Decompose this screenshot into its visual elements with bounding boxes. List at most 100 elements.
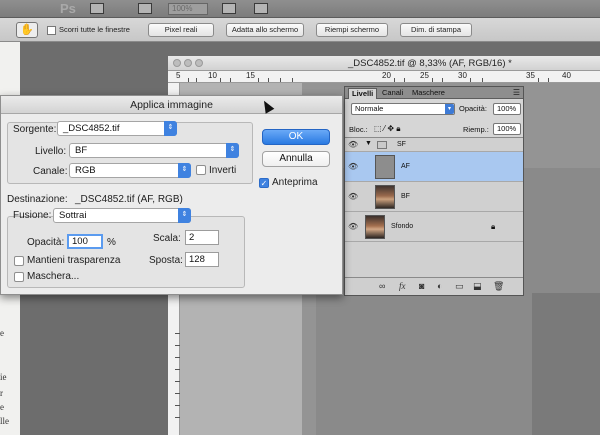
ruler-label: 20 — [382, 71, 391, 80]
destination-value: _DSC4852.tif (AF, RGB) — [75, 194, 183, 205]
arrange-icon[interactable] — [222, 3, 236, 14]
panel-menu-icon[interactable]: ☰ — [513, 88, 520, 97]
blend-mode-select[interactable]: Normale ▾ — [351, 103, 455, 115]
trash-icon[interactable]: 🗑︎ — [493, 281, 504, 292]
fx-icon[interactable]: fx — [399, 281, 406, 291]
source-select[interactable]: _DSC4852.tif ⇕ — [57, 121, 177, 136]
ruler-label: 30 — [458, 71, 467, 80]
hand-tool-icon[interactable]: ✋ — [16, 22, 38, 38]
layer-name: BF — [401, 193, 410, 200]
blend-opacity-label: Opacità: — [27, 237, 65, 248]
cancel-button[interactable]: Annulla — [262, 151, 330, 167]
folder-icon[interactable]: ▭ — [455, 281, 464, 292]
zoom-field[interactable]: 100% — [168, 3, 208, 15]
channel-value: RGB — [75, 165, 96, 176]
blend-opacity-input[interactable]: 100 — [67, 234, 103, 249]
invert-checkbox[interactable] — [196, 165, 206, 175]
channel-label: Canale: — [33, 166, 68, 177]
preserve-transparency-checkbox[interactable] — [14, 256, 24, 266]
layer-name: Sfondo — [391, 223, 414, 230]
chevron-down-icon: ⇕ — [178, 208, 191, 223]
mask-icon[interactable]: ◙ — [419, 281, 424, 291]
fit-screen-button[interactable]: Adatta allo schermo — [226, 23, 304, 37]
ruler-label: 5 — [176, 71, 181, 80]
tab-layers[interactable]: Livelli — [348, 88, 378, 99]
actual-pixels-button[interactable]: Pixel reali — [148, 23, 214, 37]
eye-icon[interactable]: 👁︎ — [348, 140, 358, 149]
folder-icon — [377, 141, 387, 149]
layer-label: Livello: — [35, 146, 67, 157]
app-bar: Ps 100% — [0, 0, 600, 18]
layers-panel: Livelli Canali Maschere ☰ Normale ▾ Opac… — [344, 86, 524, 296]
offset-label: Sposta: — [149, 255, 183, 266]
document-title: _DSC4852.tif @ 8,33% (AF, RGB/16) * — [348, 58, 512, 69]
chevron-down-icon: ⇕ — [178, 163, 191, 178]
ok-button[interactable]: OK — [262, 129, 330, 145]
layer-opacity-label: Opacità: — [459, 104, 487, 113]
destination-label: Destinazione: — [7, 194, 68, 205]
dialog-title: Applica immagine — [1, 96, 342, 114]
scroll-all-label: Scorri tutte le finestre — [59, 25, 130, 34]
lock-label: Bloc.: — [349, 125, 368, 134]
screen-mode-icon[interactable] — [138, 3, 152, 14]
scale-input[interactable]: 2 — [185, 230, 219, 245]
left-text-fragment: e — [0, 328, 4, 338]
eye-icon[interactable]: 👁︎ — [348, 222, 358, 231]
extras-icon[interactable] — [254, 3, 268, 14]
offset-value: 128 — [189, 254, 205, 265]
layer-opacity-field[interactable]: 100% — [493, 103, 521, 115]
blend-opacity-value: 100 — [72, 236, 88, 247]
layer-row[interactable]: 👁︎ BF — [345, 182, 523, 212]
scroll-all-checkbox[interactable] — [47, 26, 56, 35]
offset-input[interactable]: 128 — [185, 252, 219, 267]
opacity-unit: % — [107, 237, 116, 248]
horizontal-ruler[interactable]: 5 10 15 20 25 30 35 40 — [168, 71, 600, 83]
lock-icon: 🔒︎ — [491, 222, 496, 231]
left-text-fragment: r — [0, 388, 3, 398]
preserve-transparency-label: Mantieni trasparenza — [27, 255, 121, 266]
fill-screen-button[interactable]: Riempi schermo — [316, 23, 388, 37]
tab-channels[interactable]: Canali — [379, 88, 406, 99]
layers-footer: ∞ fx ◙ ◐ ▭ ⬓ 🗑︎ — [345, 277, 523, 295]
layer-thumbnail — [365, 215, 385, 239]
blending-select[interactable]: Sottrai ⇕ — [53, 208, 191, 223]
mask-label: Maschera... — [27, 271, 80, 282]
blending-value: Sottrai — [59, 210, 87, 221]
print-size-button[interactable]: Dim. di stampa — [400, 23, 472, 37]
tab-masks[interactable]: Maschere — [409, 88, 448, 99]
document-title-bar[interactable]: _DSC4852.tif @ 8,33% (AF, RGB/16) * — [168, 56, 600, 71]
window-controls[interactable] — [173, 59, 206, 70]
scale-value: 2 — [189, 232, 195, 243]
source-value: _DSC4852.tif — [63, 123, 120, 134]
ruler-label: 25 — [420, 71, 429, 80]
layer-select[interactable]: BF ⇕ — [69, 143, 239, 158]
left-text-fragment: ie — [0, 372, 7, 382]
adjustment-icon[interactable]: ◐ — [437, 281, 442, 291]
channel-select[interactable]: RGB ⇕ — [69, 163, 191, 178]
lock-icons[interactable]: ⬚ ⁄ ✥ 🔒︎ — [374, 124, 401, 134]
layers-panel-tabs: Livelli Canali Maschere ☰ — [345, 87, 523, 99]
new-layer-icon[interactable]: ⬓ — [473, 281, 482, 292]
eye-icon[interactable]: 👁︎ — [348, 192, 358, 201]
layout-icon[interactable] — [90, 3, 104, 14]
link-icon[interactable]: ∞ — [379, 281, 385, 291]
ruler-label: 40 — [562, 71, 571, 80]
eye-icon[interactable]: 👁︎ — [348, 162, 358, 171]
disclosure-triangle-icon[interactable]: ▼ — [365, 140, 372, 147]
chevron-down-icon: ⇕ — [164, 121, 177, 136]
ruler-label: 15 — [246, 71, 255, 80]
layer-thumbnail — [375, 155, 395, 179]
fill-field[interactable]: 100% — [493, 123, 521, 135]
layer-row-background[interactable]: 👁︎ Sfondo 🔒︎ — [345, 212, 523, 242]
blending-label: Fusione: — [13, 210, 52, 221]
mask-checkbox[interactable] — [14, 272, 24, 282]
layer-row-selected[interactable]: 👁︎ AF — [345, 152, 523, 182]
layer-row-group[interactable]: 👁︎ ▼ SF — [345, 138, 523, 152]
ruler-label: 35 — [526, 71, 535, 80]
layer-thumbnail — [375, 185, 395, 209]
chevron-down-icon: ▾ — [445, 104, 454, 114]
preview-checkbox[interactable]: ✓ — [259, 178, 269, 188]
source-label: Sorgente: — [13, 124, 57, 135]
app-logo: Ps — [60, 1, 76, 16]
preview-label: Anteprima — [272, 177, 318, 188]
